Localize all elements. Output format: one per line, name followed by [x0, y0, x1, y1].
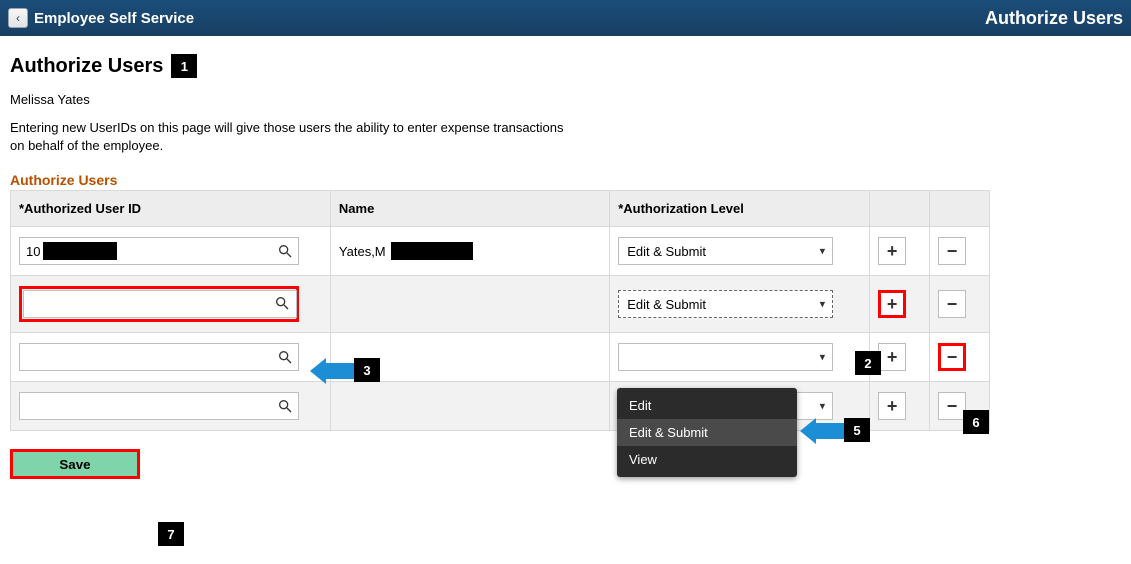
add-row-button[interactable]: +: [878, 343, 906, 371]
app-header: ‹ Employee Self Service Authorize Users: [0, 0, 1131, 36]
col-header-name: Name: [330, 191, 609, 227]
header-page-name: Authorize Users: [985, 8, 1123, 29]
callout-5: 5: [844, 418, 870, 442]
callout-1: 1: [171, 54, 197, 78]
arrow-left-icon: [800, 418, 844, 444]
table-row: ▾ + −: [11, 333, 990, 382]
add-row-button[interactable]: +: [878, 237, 906, 265]
section-label: Authorize Users: [10, 172, 1121, 188]
auth-level-select[interactable]: Edit & Submit: [618, 237, 833, 265]
remove-row-button[interactable]: −: [938, 343, 966, 371]
save-button[interactable]: Save: [10, 449, 140, 479]
col-header-add: [870, 191, 930, 227]
callout-6: 6: [963, 410, 989, 434]
auth-level-dropdown: Edit Edit & Submit View: [617, 388, 797, 477]
dropdown-option-edit[interactable]: Edit: [617, 392, 797, 419]
remove-row-button[interactable]: −: [938, 392, 966, 420]
lookup-icon[interactable]: [275, 241, 295, 261]
dropdown-option-edit-submit[interactable]: Edit & Submit: [617, 419, 797, 446]
name-cell: Yates,M: [339, 244, 386, 259]
callout-7: 7: [158, 522, 184, 546]
header-breadcrumb[interactable]: Employee Self Service: [34, 10, 194, 27]
redaction-block: [43, 242, 117, 260]
redaction-block: [391, 242, 473, 260]
table-row: Yates,M Edit & Submit ▾ + −: [11, 227, 990, 276]
userid-input[interactable]: [23, 290, 297, 318]
lookup-icon[interactable]: [272, 293, 292, 313]
table-row: Edit & Submit ▾ + −: [11, 276, 990, 333]
authorize-users-table: *Authorized User ID Name *Authorization …: [10, 190, 990, 431]
back-button[interactable]: ‹: [8, 8, 28, 28]
page-title: Authorize Users: [10, 55, 163, 78]
page-description: Entering new UserIDs on this page will g…: [10, 119, 570, 154]
lookup-icon[interactable]: [275, 396, 295, 416]
userid-input[interactable]: [19, 392, 299, 420]
auth-level-select[interactable]: [618, 343, 833, 371]
callout-3: 3: [354, 358, 380, 382]
chevron-left-icon: ‹: [16, 11, 20, 25]
add-row-button[interactable]: +: [878, 392, 906, 420]
dropdown-option-view[interactable]: View: [617, 446, 797, 473]
auth-level-select[interactable]: Edit & Submit: [618, 290, 833, 318]
callout-2: 2: [855, 351, 881, 375]
add-row-button[interactable]: +: [878, 290, 906, 318]
remove-row-button[interactable]: −: [938, 290, 966, 318]
userid-input[interactable]: [19, 343, 299, 371]
col-header-remove: [930, 191, 990, 227]
remove-row-button[interactable]: −: [938, 237, 966, 265]
lookup-icon[interactable]: [275, 347, 295, 367]
col-header-userid: *Authorized User ID: [11, 191, 331, 227]
employee-name: Melissa Yates: [10, 92, 1121, 107]
col-header-level: *Authorization Level: [610, 191, 870, 227]
arrow-left-icon: [310, 358, 354, 384]
